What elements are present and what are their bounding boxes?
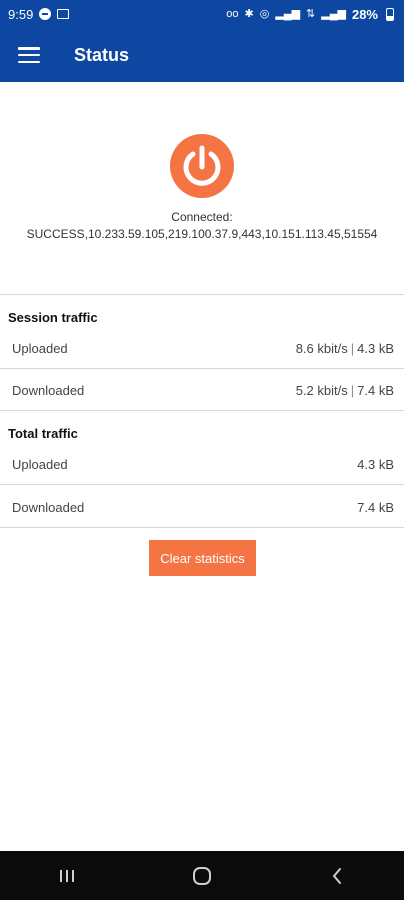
separator: |	[350, 383, 355, 398]
session-downloaded-label: Downloaded	[12, 383, 85, 398]
separator: |	[350, 341, 355, 356]
status-bar-left: 9:59	[8, 6, 70, 22]
divider	[0, 294, 404, 295]
clock: 9:59	[8, 6, 34, 22]
total-uploaded-label: Uploaded	[12, 457, 68, 472]
divider	[0, 410, 404, 411]
power-button[interactable]	[170, 134, 234, 198]
divider	[0, 368, 404, 369]
voicemail-icon: oo	[226, 8, 239, 20]
connection-status-detail: SUCCESS,10.233.59.105,219.100.37.9,443,1…	[26, 227, 378, 241]
notification-dot-icon	[39, 8, 52, 20]
signal-icon: ▂▄▆	[275, 8, 301, 20]
app-bar: Status	[0, 28, 404, 82]
recent-apps-icon[interactable]	[47, 861, 87, 891]
total-traffic-heading: Total traffic	[8, 426, 78, 441]
clear-statistics-button[interactable]: Clear statistics	[149, 540, 256, 576]
battery-percent: 28%	[351, 6, 378, 22]
session-downloaded-total: 7.4 kB	[357, 383, 394, 398]
session-uploaded-label: Uploaded	[12, 341, 68, 356]
signal-icon: ▂▄▆	[321, 8, 346, 20]
picture-icon	[57, 9, 70, 19]
session-uploaded-total: 4.3 kB	[357, 341, 394, 356]
back-icon[interactable]	[317, 861, 357, 891]
connection-status-label: Connected:	[171, 210, 233, 224]
system-nav-bar	[0, 851, 404, 900]
bluetooth-icon: ✱	[244, 8, 254, 20]
session-downloaded-value: 5.2 kbit/s | 7.4 kB	[296, 383, 394, 398]
session-downloaded-rate: 5.2 kbit/s	[295, 383, 348, 398]
session-uploaded-value: 8.6 kbit/s | 4.3 kB	[296, 341, 394, 356]
total-downloaded-label: Downloaded	[12, 500, 85, 515]
divider	[0, 484, 404, 485]
total-uploaded-value: 4.3 kB	[357, 457, 394, 472]
session-traffic-heading: Session traffic	[8, 310, 98, 325]
status-bar: 9:59 oo ✱ ◎ ▂▄▆ ⇅ ▂▄▆ 28%	[0, 0, 404, 28]
session-uploaded-rate: 8.6 kbit/s	[295, 341, 348, 356]
data-icon: ⇅	[306, 8, 316, 20]
hamburger-menu-icon[interactable]	[18, 47, 40, 63]
hotspot-icon: ◎	[259, 8, 270, 20]
total-downloaded-value: 7.4 kB	[357, 500, 394, 515]
home-icon[interactable]	[182, 861, 222, 891]
status-bar-right: oo ✱ ◎ ▂▄▆ ⇅ ▂▄▆ 28%	[226, 7, 394, 22]
divider	[0, 527, 404, 528]
battery-icon	[386, 7, 394, 21]
power-icon	[183, 145, 221, 186]
page-title: Status	[74, 44, 130, 65]
